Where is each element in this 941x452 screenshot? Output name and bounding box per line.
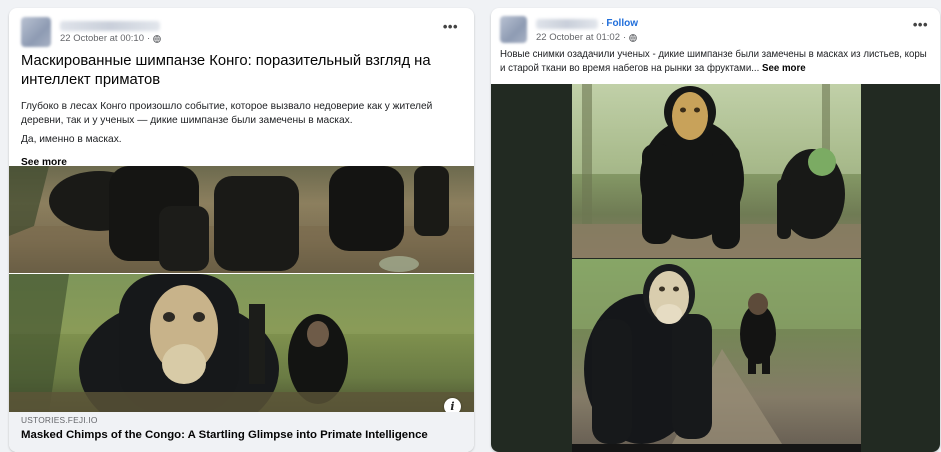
chimp-photo-top[interactable]	[572, 84, 861, 258]
feed-screenshot: 22 October at 00:10 · ••• Маскированные …	[0, 0, 941, 452]
post-meta: 22 October at 01:02 ·	[536, 32, 638, 43]
chimp-photo-bottom[interactable]	[572, 259, 861, 444]
more-options-icon[interactable]: •••	[443, 20, 458, 33]
post-paragraph: Да, именно в масках.	[21, 134, 122, 145]
post-text: Новые снимки озадачили ученых - дикие ши…	[500, 49, 927, 74]
chimp-photo-bottom[interactable]	[9, 274, 474, 412]
post-body: Новые снимки озадачили ученых - дикие ши…	[491, 48, 940, 84]
post-title: Маскированные шимпанзе Конго: поразитель…	[21, 53, 431, 88]
avatar[interactable]	[21, 17, 51, 47]
follow-button[interactable]: Follow	[606, 18, 638, 29]
chimp-photo-top[interactable]	[9, 166, 474, 273]
meta-separator: ·	[622, 32, 627, 43]
post-header: · Follow 22 October at 01:02 · •••	[491, 8, 940, 46]
author-block: 22 October at 00:10 ·	[60, 17, 162, 44]
post-meta: 22 October at 00:10 ·	[60, 33, 162, 44]
globe-icon	[629, 33, 638, 42]
globe-icon	[153, 34, 162, 43]
post-date[interactable]: 22 October at 01:02	[536, 32, 620, 43]
avatar[interactable]	[500, 16, 527, 43]
see-more-link[interactable]: See more	[762, 63, 806, 74]
more-options-icon[interactable]: •••	[913, 18, 928, 31]
author-row: · Follow	[536, 16, 638, 31]
post-card-left: 22 October at 00:10 · ••• Маскированные …	[9, 8, 474, 452]
post-card-right: · Follow 22 October at 01:02 · ••• Новые…	[491, 8, 940, 452]
post-body: Глубоко в лесах Конго произошло событие,…	[9, 100, 474, 147]
post-date[interactable]: 22 October at 00:10	[60, 33, 144, 44]
post-paragraph: Глубоко в лесах Конго произошло событие,…	[21, 101, 433, 126]
author-name-redacted[interactable]	[60, 20, 160, 31]
link-title[interactable]: Masked Chimps of the Congo: A Startling …	[21, 429, 462, 441]
author-block: · Follow 22 October at 01:02 ·	[536, 16, 638, 43]
author-name-redacted[interactable]	[536, 18, 598, 29]
trail-camera-strip	[572, 444, 861, 452]
post-header: 22 October at 00:10 · •••	[9, 8, 474, 52]
link-preview[interactable]: USTORIES.FEJI.IO Masked Chimps of the Co…	[9, 412, 474, 452]
link-domain: USTORIES.FEJI.IO	[21, 415, 98, 425]
follow-separator: ·	[601, 18, 605, 29]
meta-separator: ·	[146, 33, 151, 44]
author-row	[60, 17, 161, 32]
